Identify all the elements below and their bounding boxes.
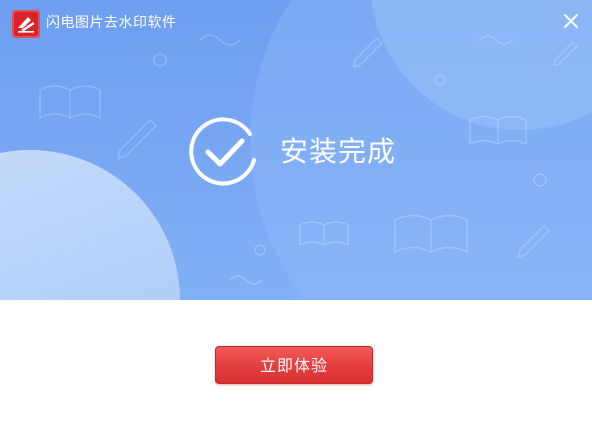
hero-banner: 闪电图片去水印软件 安装完成 bbox=[0, 0, 592, 300]
lightning-logo-icon bbox=[12, 10, 40, 38]
start-experience-button[interactable]: 立即体验 bbox=[215, 346, 373, 384]
status-message: 安装完成 bbox=[280, 135, 397, 168]
title-bar: 闪电图片去水印软件 bbox=[0, 0, 592, 44]
installer-window: 闪电图片去水印软件 安装完成 立即体验 bbox=[0, 0, 592, 442]
window-title: 闪电图片去水印软件 bbox=[46, 15, 177, 31]
check-circle-icon bbox=[189, 117, 256, 186]
close-icon[interactable] bbox=[560, 10, 582, 32]
action-area: 立即体验 bbox=[0, 300, 592, 442]
